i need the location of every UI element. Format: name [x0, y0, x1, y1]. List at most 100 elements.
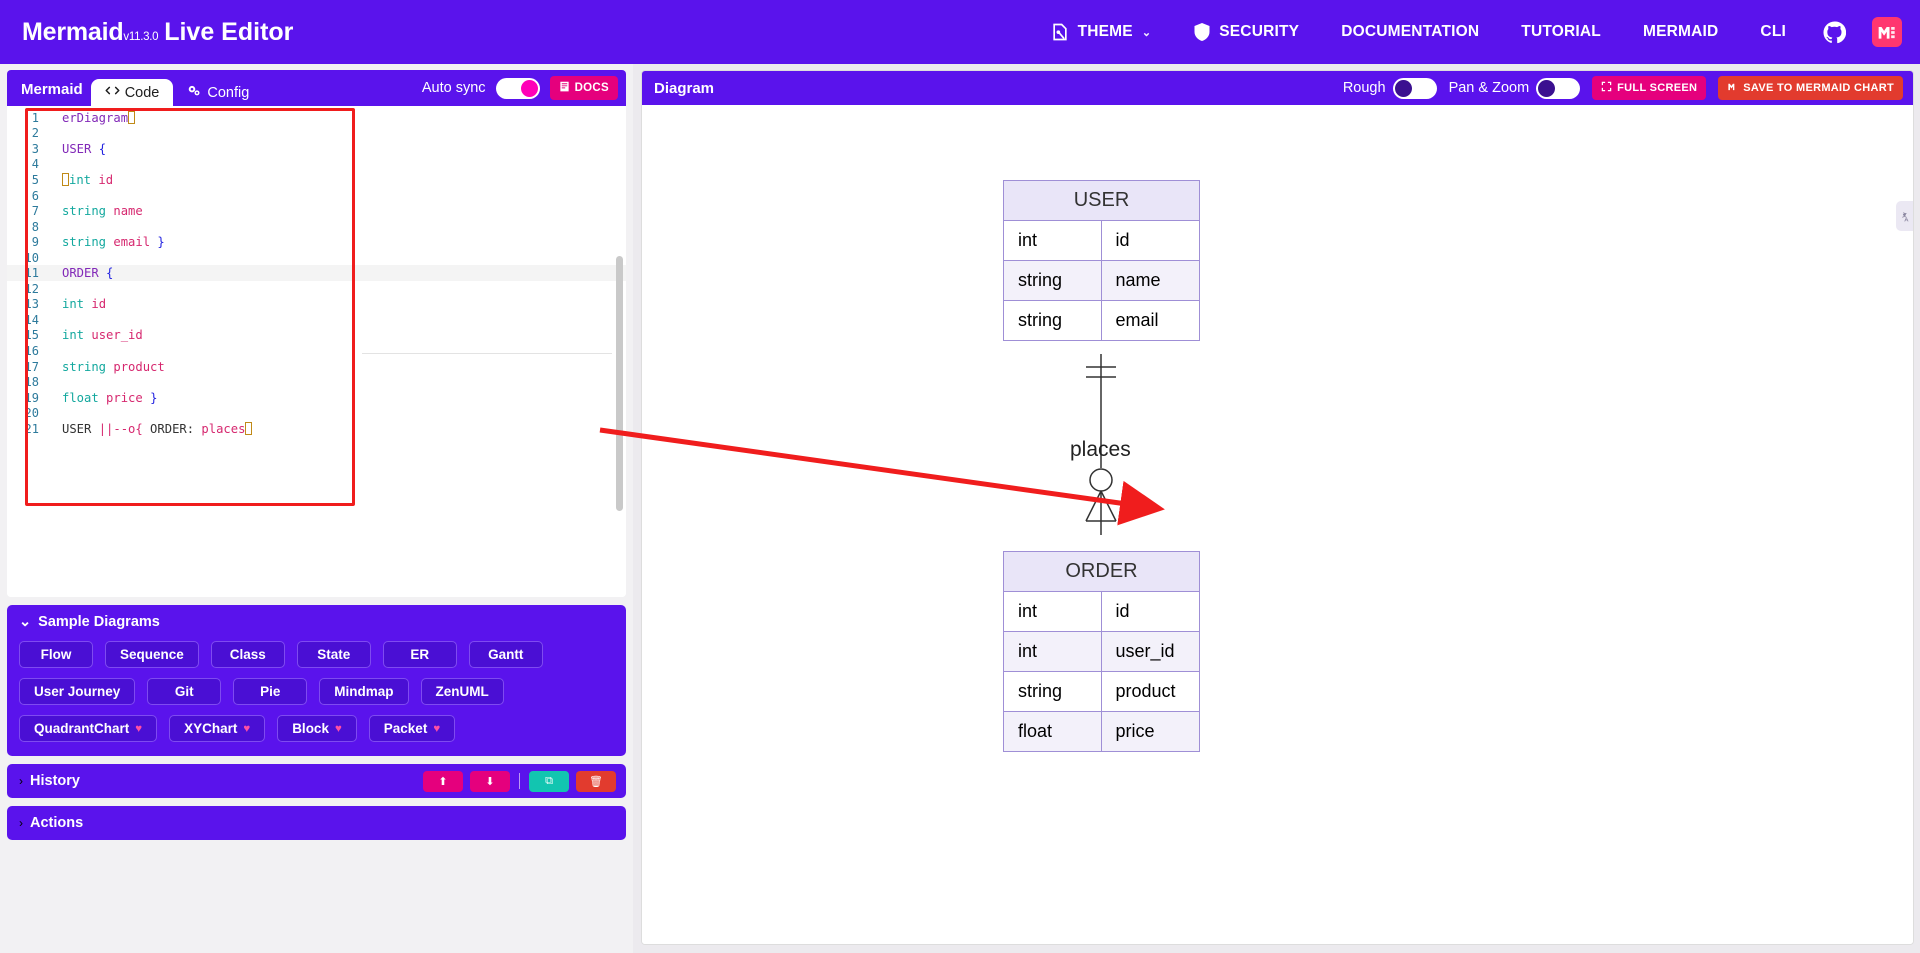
translate-side-tab[interactable]	[1896, 201, 1913, 231]
tab-config[interactable]: Config	[173, 79, 263, 106]
full-screen-button[interactable]: FULL SCREEN	[1592, 76, 1707, 100]
sample-diagram-buttons: Flow Sequence Class State ER Gantt User Journe…	[7, 639, 626, 756]
code-line: 15 int user_id	[7, 328, 626, 344]
sample-button-label: Git	[174, 684, 194, 699]
diagram-canvas[interactable]: USER int id string name string email places	[642, 105, 1913, 944]
docs-button[interactable]: DOCS	[549, 76, 618, 100]
sample-button-pie[interactable]: Pie	[233, 678, 308, 705]
pane-splitter[interactable]	[633, 64, 641, 953]
sample-button-label: Mindmap	[334, 684, 394, 699]
sample-button-sequence[interactable]: Sequence	[105, 641, 199, 668]
nav-item-security[interactable]: SECURITY	[1172, 14, 1320, 50]
save-to-mermaid-chart-button[interactable]: SAVE TO MERMAID CHART	[1718, 76, 1903, 100]
sample-button-block[interactable]: Block ♥	[277, 715, 357, 742]
sample-button-er[interactable]: ER	[382, 641, 457, 668]
sample-button-label: Flow	[40, 647, 72, 662]
shield-icon	[1193, 22, 1211, 42]
save-image-button[interactable]: ⧉	[529, 770, 569, 792]
nav-item-mermaid[interactable]: MERMAID	[1622, 15, 1739, 49]
heart-icon: ♥	[334, 722, 342, 735]
nav-item-cli[interactable]: CLI	[1739, 15, 1807, 49]
tab-code[interactable]: Code	[90, 79, 174, 106]
code-line: 8	[7, 219, 626, 235]
chevron-down-icon: ⌄	[19, 614, 32, 630]
brand-version: v11.3.0	[123, 30, 159, 43]
tab-label-config: Config	[207, 84, 250, 101]
right-pane: Diagram Rough Pan & Zoom FULL SCREEN SAV…	[641, 64, 1920, 953]
sample-button-xychart[interactable]: XYChart ♥	[169, 715, 266, 742]
upload-button[interactable]: ⬆	[423, 770, 463, 792]
editor-vertical-scrollbar[interactable]	[616, 256, 623, 511]
code-token: }	[157, 235, 165, 250]
diagram-card: Diagram Rough Pan & Zoom FULL SCREEN SAV…	[641, 70, 1914, 945]
nav-item-tutorial[interactable]: TUTORIAL	[1500, 15, 1622, 49]
code-token: int	[62, 297, 92, 312]
code-line: 6	[7, 188, 626, 204]
sample-button-packet[interactable]: Packet ♥	[368, 715, 456, 742]
line-number: 17	[24, 359, 39, 374]
app-brand[interactable]: Mermaid v11.3.0 Live Editor	[22, 18, 293, 47]
text-cursor	[128, 110, 136, 124]
line-number: 18	[24, 375, 39, 390]
nav-item-theme[interactable]: THEME ⌄	[1029, 14, 1173, 50]
line-number: 19	[24, 390, 39, 405]
nav-item-github[interactable]	[1807, 13, 1862, 52]
entity-title-order: ORDER	[1003, 551, 1200, 592]
code-text: float price }	[48, 391, 157, 405]
brand-tagline: Live Editor	[164, 17, 294, 46]
sample-button-quadrantchart[interactable]: QuadrantChart ♥	[19, 715, 158, 742]
code-editor-area[interactable]: 1 erDiagram 2 3 USER {4 5 int id 6 7 string name 8…	[7, 106, 626, 597]
auto-sync-toggle[interactable]	[495, 77, 540, 99]
panzoom-toggle[interactable]	[1536, 77, 1581, 99]
sample-button-class[interactable]: Class	[210, 641, 285, 668]
er-entity-order[interactable]: ORDER int id int user_id string product float p…	[1003, 551, 1200, 752]
delete-button[interactable]: 🗑	[576, 770, 616, 792]
code-token: ORDER	[62, 266, 107, 281]
attribute-type: string	[1004, 672, 1102, 711]
sample-button-git[interactable]: Git	[147, 678, 222, 705]
sample-button-mindmap[interactable]: Mindmap	[319, 678, 409, 705]
sample-button-state[interactable]: State	[296, 641, 371, 668]
sample-button-label: Sequence	[120, 647, 184, 662]
line-number: 20	[24, 406, 39, 421]
attribute-field: price	[1115, 721, 1155, 741]
actions-title: Actions	[30, 815, 84, 831]
line-number: 1	[31, 110, 39, 125]
code-token: }	[150, 390, 158, 405]
line-number: 9	[31, 235, 39, 250]
line-number: 16	[24, 343, 39, 358]
sample-diagrams-card: ⌄ Sample Diagrams Flow Sequence Class State…	[7, 605, 626, 756]
history-buttons: ⬆ ⬇ ⧉ 🗑	[423, 770, 616, 792]
history-title: History	[30, 773, 80, 789]
heart-icon: ♥	[243, 722, 251, 735]
code-line: 5 int id	[7, 172, 626, 188]
rough-toggle[interactable]	[1392, 77, 1437, 99]
code-line: 19 float price }	[7, 390, 626, 406]
toggle-knob	[520, 79, 538, 97]
sample-button-zenuml[interactable]: ZenUML	[420, 678, 504, 705]
code-line: 13 int id	[7, 297, 626, 313]
nav-label-security: SECURITY	[1219, 23, 1300, 40]
code-token: erDiagram	[62, 110, 129, 125]
sample-button-label: ER	[410, 647, 430, 662]
code-token: id	[91, 297, 107, 312]
line-number: 21	[24, 421, 39, 436]
entity-attribute-row: int id	[1003, 592, 1200, 632]
actions-card[interactable]: › Actions	[7, 806, 626, 840]
nav-label-theme: THEME	[1077, 23, 1133, 40]
nav-item-documentation[interactable]: DOCUMENTATION	[1320, 15, 1500, 49]
sample-button-user-journey[interactable]: User Journey	[19, 678, 136, 705]
code-token: ORDER:	[142, 421, 202, 436]
attribute-type: int	[1004, 632, 1102, 671]
sample-button-gantt[interactable]: Gantt	[468, 641, 543, 668]
gear-icon	[187, 84, 202, 102]
sample-diagrams-header[interactable]: ⌄ Sample Diagrams	[7, 605, 626, 639]
sample-button-flow[interactable]: Flow	[19, 641, 93, 668]
download-button[interactable]: ⬇	[470, 770, 510, 792]
nav-links: THEME ⌄ SECURITY DOCUMENTATION TUTORIAL …	[1029, 13, 1902, 52]
mermaid-chart-logo[interactable]	[1872, 17, 1902, 47]
sample-button-label: User Journey	[34, 684, 121, 699]
text-cursor	[245, 421, 253, 435]
nav-label-mermaid: MERMAID	[1642, 23, 1719, 40]
code-token: string	[62, 204, 114, 219]
